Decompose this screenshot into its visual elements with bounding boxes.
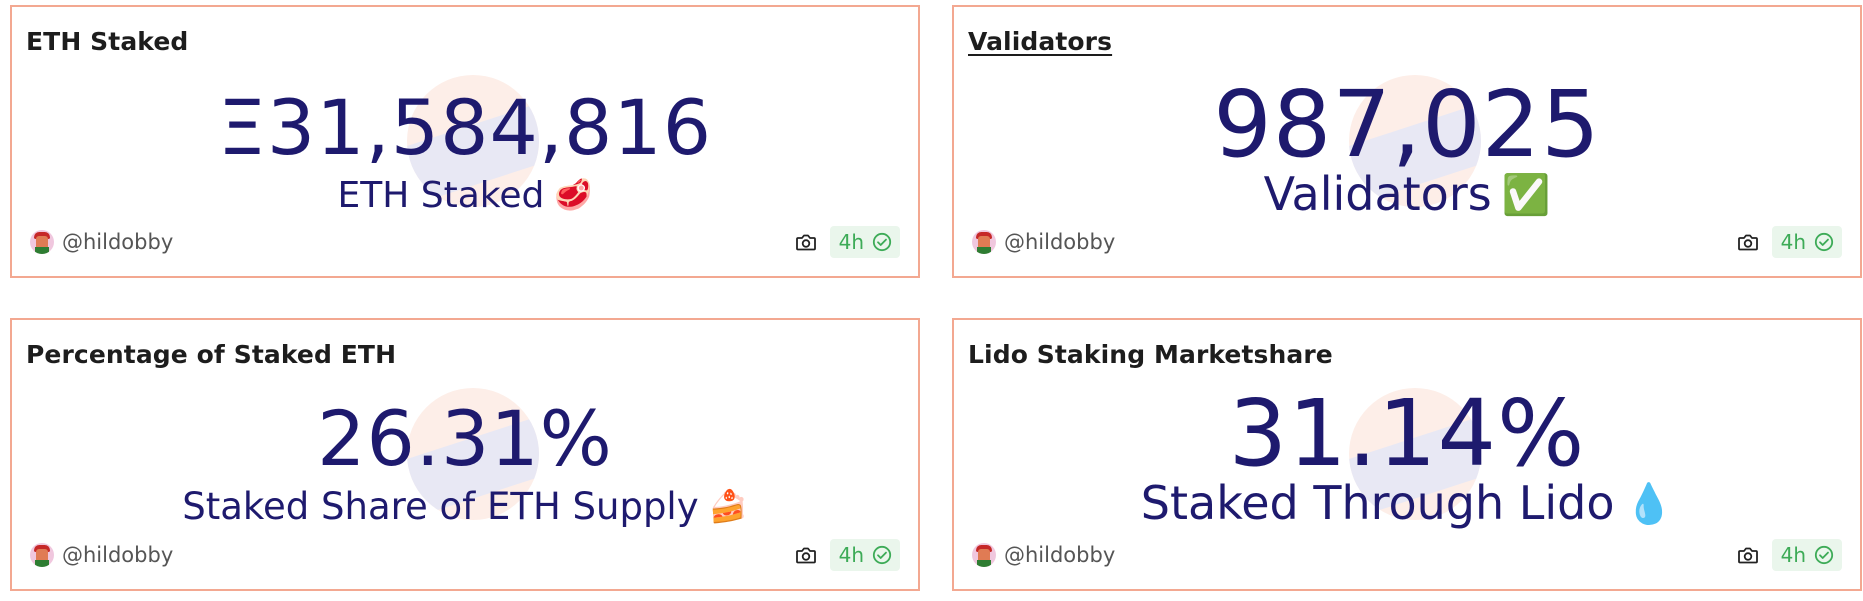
steak-emoji-icon: 🥩 (554, 178, 593, 214)
counter-value: Ξ31,584,816 (217, 83, 713, 172)
counter-subtitle: ETH Staked 🥩 (12, 175, 918, 216)
author-name: @hildobby (62, 543, 174, 567)
avatar-icon (30, 543, 54, 567)
card-footer: @hildobby 4h (30, 539, 900, 571)
counter-value: 987,025 (1213, 71, 1601, 178)
counter-card-validators: Validators 987,025 Validators ✅ @hildobby… (952, 5, 1862, 278)
author-link[interactable]: @hildobby (972, 539, 1115, 571)
camera-icon[interactable] (792, 541, 820, 569)
card-footer: @hildobby 4h (972, 226, 1842, 258)
camera-icon[interactable] (1734, 541, 1762, 569)
counter-value: 26.31% (317, 394, 613, 483)
card-tools: 4h (792, 226, 900, 258)
author-name: @hildobby (1004, 230, 1116, 254)
counter-subtitle-text: Validators (1263, 167, 1492, 221)
camera-icon[interactable] (792, 228, 820, 256)
freshness-badge[interactable]: 4h (829, 539, 900, 571)
check-circle-icon (872, 232, 892, 252)
camera-icon[interactable] (1734, 228, 1762, 256)
counter-value: 31.14% (1228, 380, 1586, 487)
card-tools: 4h (792, 539, 900, 571)
author-link[interactable]: @hildobby (30, 226, 173, 258)
card-title: Lido Staking Marketshare (968, 340, 1333, 369)
check-mark-emoji-icon: ✅ (1501, 173, 1551, 219)
freshness-badge[interactable]: 4h (829, 226, 900, 258)
freshness-text: 4h (838, 543, 864, 567)
author-link[interactable]: @hildobby (972, 226, 1115, 258)
freshness-text: 4h (1780, 543, 1806, 567)
check-circle-icon (1814, 232, 1834, 252)
freshness-badge[interactable]: 4h (1771, 226, 1842, 258)
counter-card-staked-percentage: Percentage of Staked ETH 26.31% Staked S… (10, 318, 920, 591)
counter-card-lido-marketshare: Lido Staking Marketshare 31.14% Staked T… (952, 318, 1862, 591)
card-title-link[interactable]: Validators (968, 27, 1112, 56)
check-circle-icon (1814, 545, 1834, 565)
avatar-icon (30, 230, 54, 254)
counter-card-eth-staked: ETH Staked Ξ31,584,816 ETH Staked 🥩 @hild… (10, 5, 920, 278)
freshness-text: 4h (838, 230, 864, 254)
author-link[interactable]: @hildobby (30, 539, 173, 571)
author-name: @hildobby (62, 230, 174, 254)
counter-subtitle: Staked Through Lido 💧 (954, 476, 1860, 530)
counter-subtitle-text: ETH Staked (337, 175, 545, 216)
avatar-icon (972, 230, 996, 254)
avatar-icon (972, 543, 996, 567)
freshness-text: 4h (1780, 230, 1806, 254)
card-title: ETH Staked (26, 27, 189, 56)
freshness-badge[interactable]: 4h (1771, 539, 1842, 571)
author-name: @hildobby (1004, 543, 1116, 567)
counter-subtitle-text: Staked Through Lido (1140, 476, 1615, 530)
card-tools: 4h (1734, 226, 1842, 258)
droplet-emoji-icon: 💧 (1624, 482, 1674, 528)
card-title: Percentage of Staked ETH (26, 340, 397, 369)
check-circle-icon (872, 545, 892, 565)
counter-subtitle-text: Staked Share of ETH Supply (182, 485, 699, 528)
counter-subtitle: Validators ✅ (954, 167, 1860, 221)
cake-emoji-icon: 🍰 (708, 489, 748, 526)
card-footer: @hildobby 4h (30, 226, 900, 258)
counter-subtitle: Staked Share of ETH Supply 🍰 (12, 485, 918, 528)
card-tools: 4h (1734, 539, 1842, 571)
card-footer: @hildobby 4h (972, 539, 1842, 571)
